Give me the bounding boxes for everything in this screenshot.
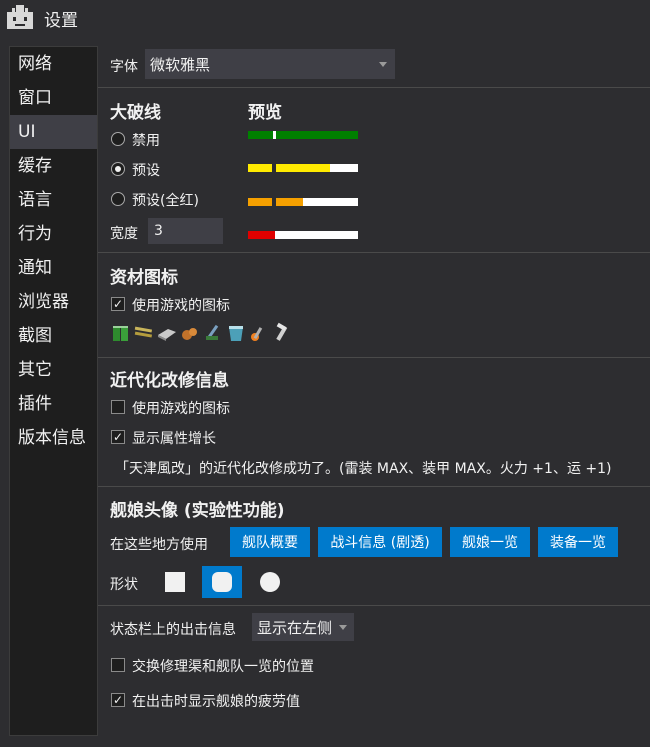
bar-empty: [330, 164, 358, 172]
sidebar-item-plugins[interactable]: 插件: [10, 387, 97, 421]
sidebar-item-screenshot[interactable]: 截图: [10, 319, 97, 353]
bucket-icon: [229, 326, 243, 341]
show-growth-checkbox[interactable]: ✓: [111, 430, 125, 444]
bar-fill-yellow: [248, 164, 272, 172]
development-material-icon: [206, 324, 219, 340]
resource-icon-strip: [110, 322, 293, 344]
title-bar: 设置: [0, 0, 650, 36]
bar-marker: [273, 131, 276, 139]
preview-title: 预览: [248, 103, 282, 123]
avatar-section-title: 舰娘头像 (实验性功能): [110, 501, 285, 521]
swap-position-label: 交换修理渠和舰队一览的位置: [132, 659, 314, 675]
hp-bar-section-title: 大破线: [110, 103, 161, 123]
remodel-game-icons-checkbox[interactable]: [111, 400, 125, 414]
window-title: 设置: [44, 11, 78, 31]
remodel-section-title: 近代化改修信息: [110, 371, 229, 391]
sidebar-item-network[interactable]: 网络: [10, 47, 97, 81]
fuel-icon: [113, 326, 128, 341]
steel-icon: [158, 329, 176, 341]
sidebar-item-version[interactable]: 版本信息: [10, 421, 97, 455]
battle-info-button[interactable]: 战斗信息 (剧透): [318, 527, 442, 557]
font-label: 字体: [110, 59, 138, 75]
shape-circle-button[interactable]: [250, 566, 290, 598]
width-input-value: 3: [154, 223, 163, 239]
show-growth-label: 显示属性增长: [132, 431, 216, 447]
use-game-icons-checkbox[interactable]: ✓: [111, 297, 125, 311]
gear-robot-icon: [7, 5, 33, 29]
remodel-game-icons-label: 使用游戏的图标: [132, 401, 230, 417]
shape-square-button[interactable]: [155, 566, 195, 598]
statusbar-position-value: 显示在左侧: [257, 618, 333, 637]
circle-shape-icon: [260, 572, 280, 592]
divider: [98, 357, 650, 358]
bar-fill-orange: [276, 198, 303, 206]
avatar-places-label: 在这些地方使用: [110, 537, 208, 553]
width-label: 宽度: [110, 226, 138, 242]
sidebar-item-behavior[interactable]: 行为: [10, 217, 97, 251]
bauxite-icon: [182, 328, 197, 340]
divider: [98, 605, 650, 606]
radio-preset-label: 预设: [132, 163, 160, 179]
flamethrower-icon: [251, 327, 263, 341]
bar-fill-orange: [248, 198, 272, 206]
chevron-down-icon: [339, 625, 347, 630]
sidebar-item-browser[interactable]: 浏览器: [10, 285, 97, 319]
radio-disabled-label: 禁用: [132, 133, 160, 149]
ammo-icon: [134, 326, 153, 338]
chevron-down-icon: [379, 62, 387, 67]
equipment-list-button[interactable]: 装备一览: [538, 527, 618, 557]
bar-fill-yellow: [276, 164, 330, 172]
sidebar-item-window[interactable]: 窗口: [10, 81, 97, 115]
statusbar-sortie-label: 状态栏上的出击信息: [110, 622, 236, 638]
shape-label: 形状: [110, 577, 138, 593]
radio-preset[interactable]: [111, 162, 125, 176]
sidebar-item-other[interactable]: 其它: [10, 353, 97, 387]
bar-empty: [303, 198, 358, 206]
use-game-icons-label: 使用游戏的图标: [132, 298, 230, 314]
shape-rounded-button[interactable]: [202, 566, 242, 598]
width-input[interactable]: 3: [148, 218, 223, 244]
sidebar-item-cache[interactable]: 缓存: [10, 149, 97, 183]
bar-fill-red: [248, 231, 275, 239]
rounded-square-shape-icon: [212, 572, 232, 592]
settings-sidebar: 网络 窗口 UI 缓存 语言 行为 通知 浏览器 截图 其它 插件 版本信息: [9, 46, 98, 736]
show-fatigue-checkbox[interactable]: ✓: [111, 693, 125, 707]
font-select-value: 微软雅黑: [150, 55, 211, 74]
ui-settings-panel: 字体 微软雅黑 大破线 预览 禁用 预设 预设(全红) 宽度 3 资材图标 ✓ …: [98, 46, 650, 747]
screw-icon: [276, 322, 288, 341]
swap-position-checkbox[interactable]: [111, 658, 125, 672]
divider: [98, 252, 650, 253]
divider: [98, 87, 650, 88]
radio-preset-all-red-label: 预设(全红): [132, 193, 199, 209]
fleet-overview-button[interactable]: 舰队概要: [230, 527, 310, 557]
square-shape-icon: [165, 572, 185, 592]
show-fatigue-label: 在出击时显示舰娘的疲劳值: [132, 694, 300, 710]
radio-disabled[interactable]: [111, 132, 125, 146]
sidebar-item-notification[interactable]: 通知: [10, 251, 97, 285]
remodel-sample-text: 「天津風改」的近代化改修成功了。(雷装 MAX、装甲 MAX。火力 +1、运 +…: [115, 461, 612, 477]
sidebar-item-language[interactable]: 语言: [10, 183, 97, 217]
ship-list-button[interactable]: 舰娘一览: [450, 527, 530, 557]
bar-empty: [275, 231, 358, 239]
resource-icons-section-title: 资材图标: [110, 268, 178, 288]
divider: [98, 486, 650, 487]
bar-fill-green: [248, 131, 358, 139]
radio-preset-all-red[interactable]: [111, 192, 125, 206]
sidebar-item-ui[interactable]: UI: [10, 115, 97, 149]
font-select[interactable]: 微软雅黑: [145, 49, 395, 79]
